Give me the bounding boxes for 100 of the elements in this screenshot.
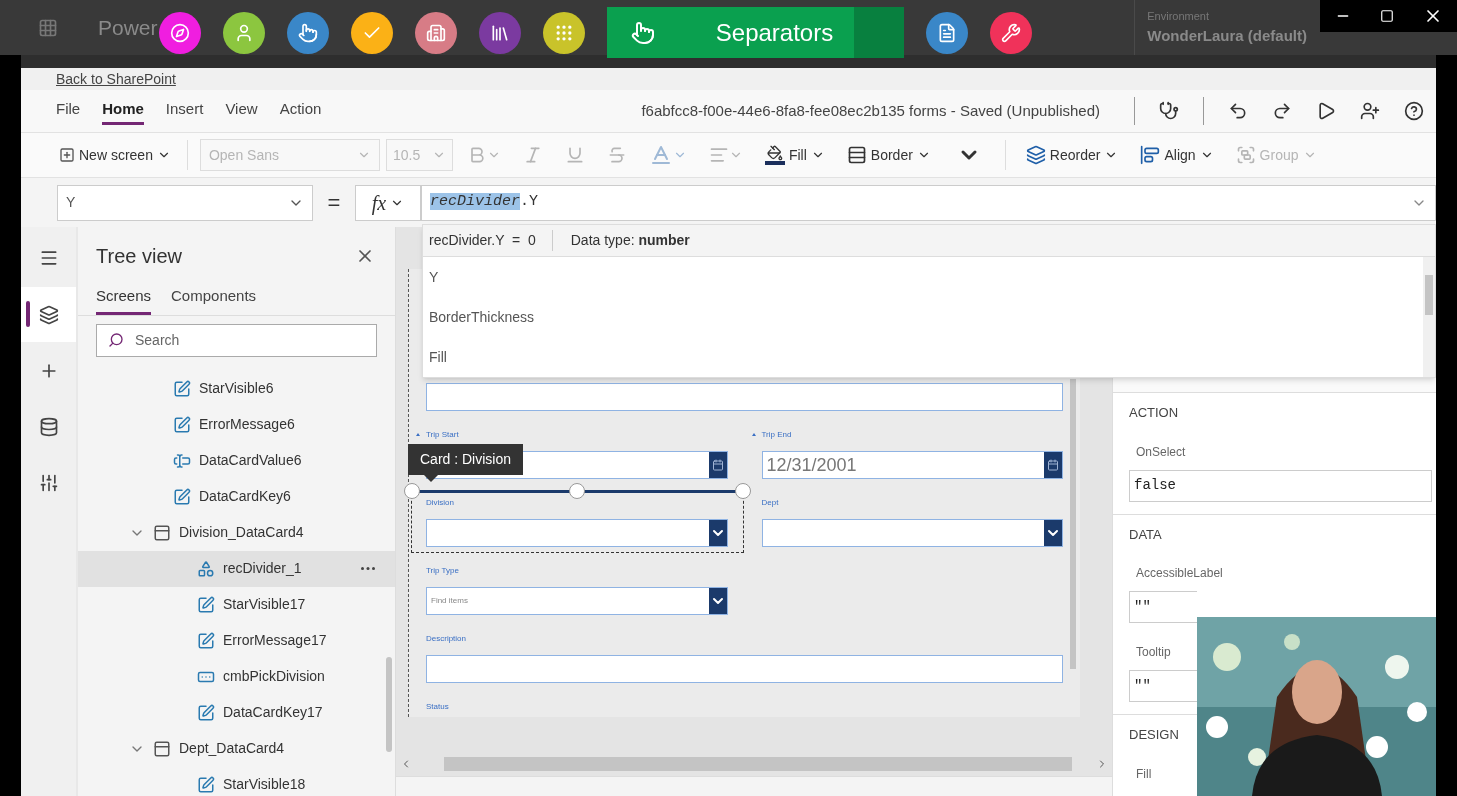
layers-icon — [38, 304, 59, 325]
app-launcher-icon — [38, 17, 58, 38]
property-field[interactable]: false — [1129, 469, 1432, 502]
edit-label-icon — [197, 775, 215, 794]
property-dropdown[interactable]: Y — [57, 184, 313, 221]
formula-field[interactable]: recDivider.Y — [421, 184, 1436, 221]
section-header: ACTION — [1128, 404, 1180, 422]
card-icon — [153, 739, 171, 758]
back-link[interactable]: Back to SharePoint — [56, 68, 176, 90]
tree-item[interactable]: StarVisible18 — [78, 766, 395, 796]
resize-handle[interactable] — [404, 483, 420, 499]
building-icon — [426, 22, 446, 43]
document-title: f6abfcc8-f00e-44e6-8fa8-fee08ec2b135 forms - Saved (Unpublished) — [641, 100, 1100, 121]
person-icon — [234, 22, 254, 43]
field-label: Trip Start — [426, 429, 459, 441]
undo-icon — [1228, 101, 1248, 121]
equals-sign: = — [326, 189, 342, 217]
compass-icon — [170, 22, 190, 43]
tree-item[interactable]: DataCardKey6 — [78, 478, 395, 515]
new-screen-button[interactable]: New screen — [55, 144, 175, 166]
edit-label-icon — [173, 379, 191, 398]
tree-item[interactable]: recDivider_1 — [78, 550, 395, 587]
add-user-icon — [1360, 101, 1380, 121]
search-field[interactable]: Search — [96, 323, 377, 357]
group-icon — [1235, 145, 1256, 165]
property-label: AccessibleLabel — [1136, 565, 1224, 582]
tree-item[interactable]: Division_DataCard4 — [78, 514, 395, 551]
paint-bucket-icon — [764, 145, 785, 165]
reorder-button[interactable]: Reorder — [1017, 144, 1127, 166]
search-icon — [108, 331, 124, 348]
field-label: Trip End — [761, 429, 792, 441]
scrollbar[interactable] — [444, 757, 1072, 771]
text-input-field[interactable] — [426, 383, 1063, 411]
document-icon — [937, 22, 957, 43]
property-label: OnSelect — [1136, 443, 1187, 461]
resize-handle[interactable] — [734, 483, 751, 499]
pointing-hand-icon — [298, 22, 318, 43]
tree-item[interactable]: Dept_DataCard4 — [78, 730, 395, 767]
fill-button[interactable]: Fill — [756, 144, 833, 166]
menu-tab[interactable]: Action — [279, 97, 322, 125]
tree-item[interactable]: StarVisible6 — [78, 370, 395, 407]
database-icon — [38, 417, 59, 437]
shapes-icon — [197, 559, 215, 578]
tools-icon — [38, 473, 59, 493]
dropdown-field[interactable] — [426, 519, 728, 547]
combo-box-field[interactable]: Find items — [426, 587, 728, 615]
field-label: Status — [426, 701, 449, 713]
text-input-icon — [173, 451, 191, 470]
tree-item[interactable]: DataCardValue6 — [78, 442, 395, 479]
tree-item[interactable]: DataCardKey17 — [78, 694, 395, 731]
edit-label-icon — [173, 487, 191, 506]
scrollbar[interactable] — [1425, 275, 1433, 315]
border-button[interactable]: Border — [838, 144, 939, 166]
tools-icon — [1001, 22, 1021, 43]
screen-add-icon — [59, 147, 75, 163]
function-button[interactable]: fx — [355, 184, 421, 221]
menu-tab[interactable]: Home — [102, 97, 144, 125]
pointing-hand-icon — [631, 20, 655, 45]
edit-label-icon — [173, 415, 191, 434]
scrollbar[interactable] — [386, 657, 392, 752]
dropdown-field[interactable] — [761, 519, 1063, 547]
menu-tab[interactable]: View — [225, 97, 258, 125]
property-field[interactable]: "" — [1129, 670, 1197, 702]
tree-item[interactable]: ErrorMessage17 — [78, 622, 395, 659]
menu-tab[interactable]: File — [56, 97, 81, 125]
redo-icon — [1272, 101, 1292, 121]
align-button[interactable]: Align — [1132, 144, 1222, 166]
property-field[interactable]: "" — [1129, 591, 1197, 623]
more-icon — [361, 567, 375, 570]
data-type-text: Data type: number — [569, 231, 691, 250]
field-label: Description — [426, 633, 466, 645]
stethoscope-icon — [1159, 101, 1179, 121]
edit-label-icon — [197, 595, 215, 614]
border-lines-icon — [846, 145, 867, 165]
align-icon — [1140, 145, 1161, 165]
edit-label-icon — [197, 703, 215, 722]
resize-handle[interactable] — [569, 483, 586, 499]
formula-result: recDivider.Y = 0 — [423, 230, 553, 251]
tooltip-pointer — [424, 475, 438, 482]
menu-tab[interactable]: Insert — [165, 97, 204, 125]
align-text-icon — [708, 145, 729, 165]
tree-item[interactable]: cmbPickDivision — [78, 658, 395, 695]
calendar-icon — [1047, 459, 1059, 471]
panel-tab[interactable]: Screens — [96, 285, 152, 315]
tree-item[interactable]: ErrorMessage6 — [78, 406, 395, 443]
text-input-field[interactable] — [426, 655, 1063, 683]
section-header: DESIGN — [1128, 726, 1180, 744]
section-header: DATA — [1128, 525, 1163, 544]
scrollbar[interactable] — [1070, 379, 1076, 669]
property-label: Tooltip — [1136, 644, 1172, 661]
field-label: Trip Type — [426, 565, 459, 577]
date-picker-field[interactable]: 12/31/2001 — [761, 451, 1063, 479]
app-brand: Power — [98, 14, 158, 41]
required-marker — [751, 433, 756, 436]
maximize-icon[interactable] — [1379, 9, 1394, 23]
tree-item[interactable]: StarVisible17 — [78, 586, 395, 623]
rail-button[interactable] — [21, 287, 76, 342]
field-label: Dept — [761, 497, 779, 509]
panel-tab[interactable]: Components — [171, 285, 257, 315]
property-label: Fill — [1136, 765, 1153, 783]
